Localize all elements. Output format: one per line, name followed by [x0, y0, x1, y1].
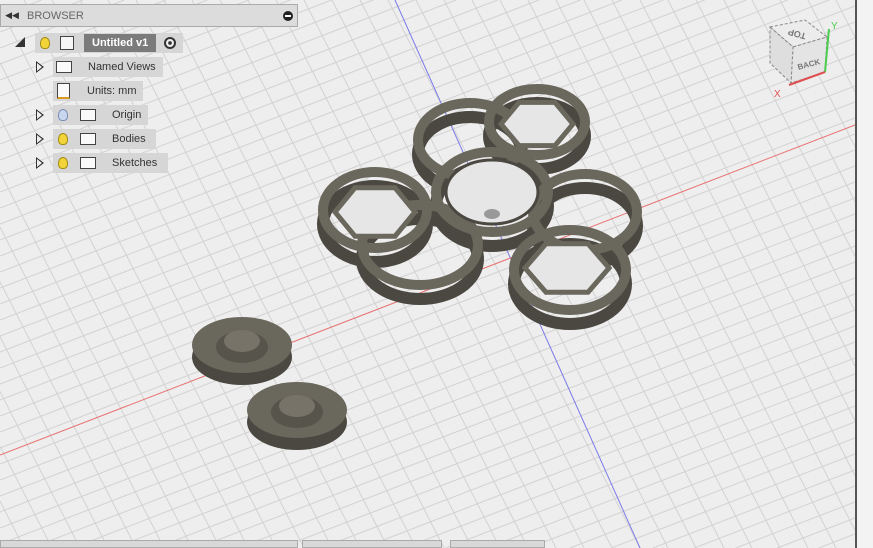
grid-line	[0, 101, 855, 433]
y-axis-label: Y	[831, 21, 838, 32]
view-cube[interactable]: TOP BACK Y X	[755, 15, 850, 100]
item-label: Origin	[112, 109, 142, 121]
lightbulb-off-icon[interactable]	[58, 109, 68, 121]
grid-line	[0, 213, 855, 545]
expanded-triangle-icon[interactable]	[15, 37, 25, 47]
root-label: Untitled v1	[84, 34, 157, 52]
item-label: Named Views	[88, 61, 156, 73]
browser-title: BROWSER	[27, 9, 84, 22]
item-label: Units: mm	[87, 85, 137, 97]
tree-root-untitled[interactable]: Untitled v1	[35, 33, 183, 53]
hex-socket	[497, 99, 577, 149]
hex-socket	[521, 241, 613, 295]
lightbulb-icon[interactable]	[58, 157, 68, 169]
units-document-icon	[57, 83, 70, 99]
right-panel-edge	[855, 0, 873, 548]
grid-line	[0, 226, 165, 548]
component-icon	[60, 36, 74, 50]
item-label: Sketches	[112, 157, 158, 169]
folder-icon	[80, 109, 96, 121]
origin-marker	[484, 209, 500, 219]
grid-line	[113, 261, 855, 548]
hex-socket	[331, 185, 419, 239]
expand-triangle-icon[interactable]	[36, 109, 44, 121]
grid-line	[818, 533, 855, 548]
collapse-browser-icon[interactable]: ◀◀	[1, 10, 23, 21]
grid-line	[777, 517, 855, 548]
tree-item-named-views[interactable]: Named Views	[53, 57, 163, 77]
cap-pin	[279, 395, 315, 417]
item-label: Bodies	[112, 133, 146, 145]
grid-line	[528, 421, 855, 548]
minimize-icon[interactable]	[283, 10, 293, 21]
grid-line	[445, 389, 855, 548]
lightbulb-icon[interactable]	[40, 37, 50, 49]
grid-line	[611, 453, 855, 548]
expand-triangle-icon[interactable]	[36, 133, 44, 145]
folder-icon	[80, 157, 96, 169]
browser-panel-header: ◀◀ BROWSER	[0, 4, 298, 27]
cap-pin	[224, 330, 260, 352]
expand-triangle-icon[interactable]	[36, 157, 44, 169]
activate-radio-icon[interactable]	[164, 37, 177, 49]
grid-line	[0, 281, 137, 548]
timeline-bar[interactable]	[0, 540, 298, 548]
display-toolbar[interactable]	[450, 540, 545, 548]
folder-icon	[80, 133, 96, 145]
tree-item-units[interactable]: Units: mm	[53, 81, 143, 101]
lightbulb-icon[interactable]	[58, 133, 68, 145]
x-axis-label: X	[774, 89, 781, 100]
tree-item-bodies[interactable]: Bodies	[53, 129, 156, 149]
grid-line	[404, 373, 855, 548]
grid-line	[652, 469, 855, 548]
grid-line	[0, 197, 855, 529]
grid-line	[0, 336, 109, 548]
grid-line	[362, 357, 855, 548]
tree-item-sketches[interactable]: Sketches	[53, 153, 168, 173]
tree-item-origin[interactable]: Origin	[53, 105, 148, 125]
expand-triangle-icon[interactable]	[36, 61, 44, 73]
navigation-toolbar[interactable]	[302, 540, 442, 548]
grid-line	[569, 437, 855, 548]
folder-icon	[56, 61, 72, 73]
